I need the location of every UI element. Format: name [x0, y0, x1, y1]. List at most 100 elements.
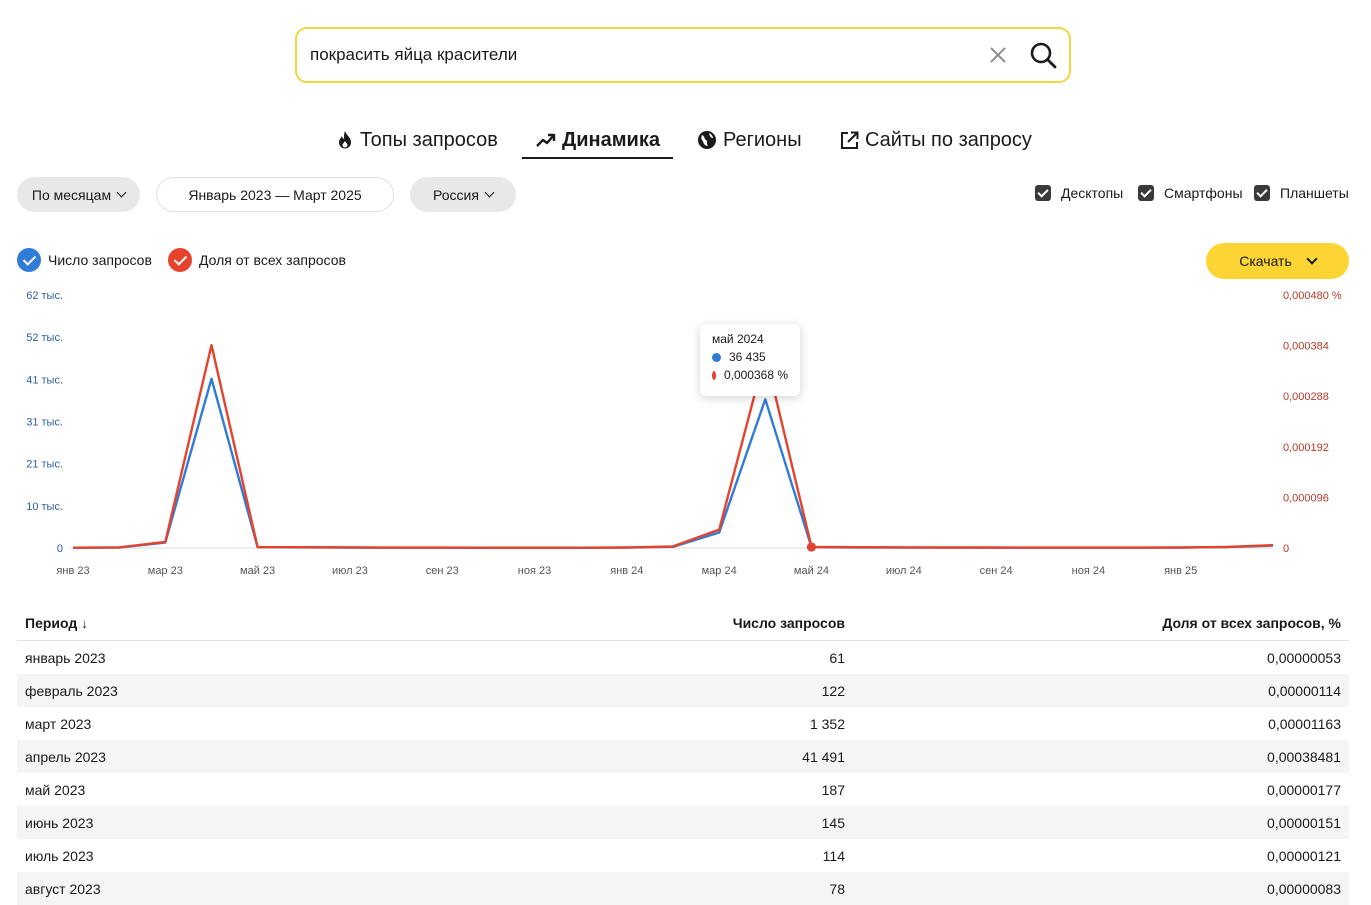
cell-share: 0,00000083 [1267, 880, 1341, 897]
period-group-select[interactable]: По месяцам [17, 177, 140, 212]
series-line-share [72, 343, 1274, 549]
tab-label: Топы запросов [360, 128, 498, 151]
y-right-tick-label: 0,000096 [1283, 492, 1329, 504]
cell-count: 41 491 [802, 748, 845, 765]
cell-count: 1 352 [809, 715, 845, 732]
checkbox-smartphones[interactable]: Смартфоны [1138, 185, 1243, 201]
legend-toggle-share[interactable]: Доля от всех запросов [168, 248, 346, 272]
table-row: февраль 2023 122 0,00000114 [17, 674, 1349, 707]
search-bar [295, 27, 1071, 83]
legend-label: Число запросов [48, 252, 152, 268]
column-header-label: Период [25, 614, 78, 631]
date-range-picker[interactable]: Январь 2023 — Март 2025 [156, 177, 394, 212]
tab-dynamics[interactable]: Динамика [522, 124, 673, 159]
table-row: апрель 2023 41 491 0,00038481 [17, 740, 1349, 773]
tab-top-queries[interactable]: Топы запросов [336, 124, 498, 156]
y-left-tick-label: 21 тыс. [26, 459, 63, 471]
y-left-tick-label: 41 тыс. [26, 374, 63, 386]
cell-count: 145 [821, 814, 845, 831]
x-tick-label: янв 23 [56, 565, 89, 577]
y-right-tick-label: 0,000384 [1283, 341, 1329, 353]
cell-share: 0,00038481 [1267, 748, 1341, 765]
table-row: январь 2023 61 0,00000053 [17, 641, 1349, 674]
cell-period: март 2023 [25, 715, 92, 732]
region-select[interactable]: Россия [410, 177, 516, 212]
chart-tooltip: май 2024 36 435 0,000368 % [700, 324, 800, 396]
chevron-down-icon [116, 187, 127, 198]
y-left-tick-label: 10 тыс. [26, 501, 63, 513]
table-body: январь 2023 61 0,00000053 февраль 2023 122 0,… [17, 641, 1349, 905]
checkbox-tablets[interactable]: Планшеты [1254, 185, 1349, 201]
cell-share: 0,00001163 [1268, 715, 1341, 732]
cell-count: 114 [822, 847, 845, 864]
legend-toggle-count[interactable]: Число запросов [17, 248, 152, 272]
x-tick-label: ноя 23 [518, 565, 551, 577]
tab-regions[interactable]: Регионы [697, 124, 802, 156]
y-right-tick-label: 0,000288 [1283, 391, 1329, 403]
check-circle-icon [168, 248, 192, 272]
checkbox-checked-icon [1254, 185, 1270, 201]
cell-share: 0,00000177 [1267, 781, 1341, 798]
date-range-value: Январь 2023 — Март 2025 [188, 186, 362, 203]
checkbox-label: Смартфоны [1164, 185, 1243, 201]
x-tick-label: сен 24 [980, 565, 1013, 577]
cell-count: 187 [821, 781, 845, 798]
clear-icon[interactable] [987, 44, 1009, 66]
cell-period: июнь 2023 [25, 814, 94, 831]
cell-count: 122 [821, 682, 845, 699]
download-button[interactable]: Скачать [1206, 243, 1349, 279]
check-circle-icon [17, 248, 41, 272]
flame-icon [339, 131, 351, 149]
x-tick-label: ноя 24 [1072, 565, 1105, 577]
cell-period: февраль 2023 [25, 682, 118, 699]
cell-period: май 2023 [25, 781, 86, 798]
cell-share: 0,00000114 [1268, 682, 1341, 699]
period-group-value: По месяцам [31, 186, 112, 203]
checkbox-label: Планшеты [1280, 185, 1349, 201]
table-row: август 2023 78 0,00000083 [17, 872, 1349, 905]
tooltip-count: 36 435 [729, 350, 766, 364]
globe-icon [698, 131, 716, 149]
table-header: Период ↓ Число запросов Доля от всех запр… [17, 605, 1349, 641]
sort-arrow-icon: ↓ [81, 615, 88, 631]
cell-count: 61 [829, 649, 845, 666]
search-icon[interactable] [1029, 41, 1057, 69]
tab-label: Регионы [723, 128, 802, 151]
y-left-tick-label: 52 тыс. [26, 332, 63, 344]
column-header-period[interactable]: Период ↓ [17, 615, 407, 631]
column-header-share[interactable]: Доля от всех запросов, % [845, 615, 1341, 631]
tab-bar: Топы запросов Динамика Регионы Сайты по … [0, 124, 1371, 159]
table-row: июнь 2023 145 0,00000151 [17, 806, 1349, 839]
checkbox-checked-icon [1035, 185, 1051, 201]
x-tick-label: май 23 [240, 565, 275, 577]
y-right-tick-label: 0,000480 % [1283, 290, 1342, 302]
table-row: март 2023 1 352 0,00001163 [17, 707, 1349, 740]
search-input[interactable] [310, 45, 987, 65]
tab-sites[interactable]: Сайты по запросу [840, 124, 1032, 156]
cell-period: август 2023 [25, 880, 101, 897]
x-tick-label: янв 24 [610, 565, 643, 577]
chevron-down-icon [484, 187, 495, 198]
x-tick-label: июл 23 [332, 565, 368, 577]
external-link-icon [841, 131, 859, 149]
trend-up-icon [536, 133, 556, 147]
cell-period: июль 2023 [25, 847, 94, 864]
data-table: Период ↓ Число запросов Доля от всех запр… [17, 605, 1349, 905]
y-right-tick-label: 0,000192 [1283, 442, 1329, 454]
table-row: июль 2023 114 0,00000121 [17, 839, 1349, 872]
tooltip-count-row: 36 435 [712, 350, 788, 364]
cell-period: апрель 2023 [25, 748, 106, 765]
x-tick-label: июл 24 [886, 565, 922, 577]
checkbox-desktops[interactable]: Десктопы [1035, 185, 1123, 201]
cell-share: 0,00000121 [1267, 847, 1341, 864]
highlight-point-share [806, 542, 816, 552]
tab-label: Динамика [562, 128, 660, 151]
cell-count: 78 [829, 880, 845, 897]
x-tick-label: сен 23 [426, 565, 459, 577]
checkbox-label: Десктопы [1061, 185, 1124, 201]
region-value: Россия [433, 186, 479, 203]
tooltip-share: 0,000368 % [723, 368, 788, 382]
series-dot-icon [712, 352, 721, 362]
column-header-count[interactable]: Число запросов [407, 615, 845, 631]
x-tick-label: май 24 [794, 565, 829, 577]
